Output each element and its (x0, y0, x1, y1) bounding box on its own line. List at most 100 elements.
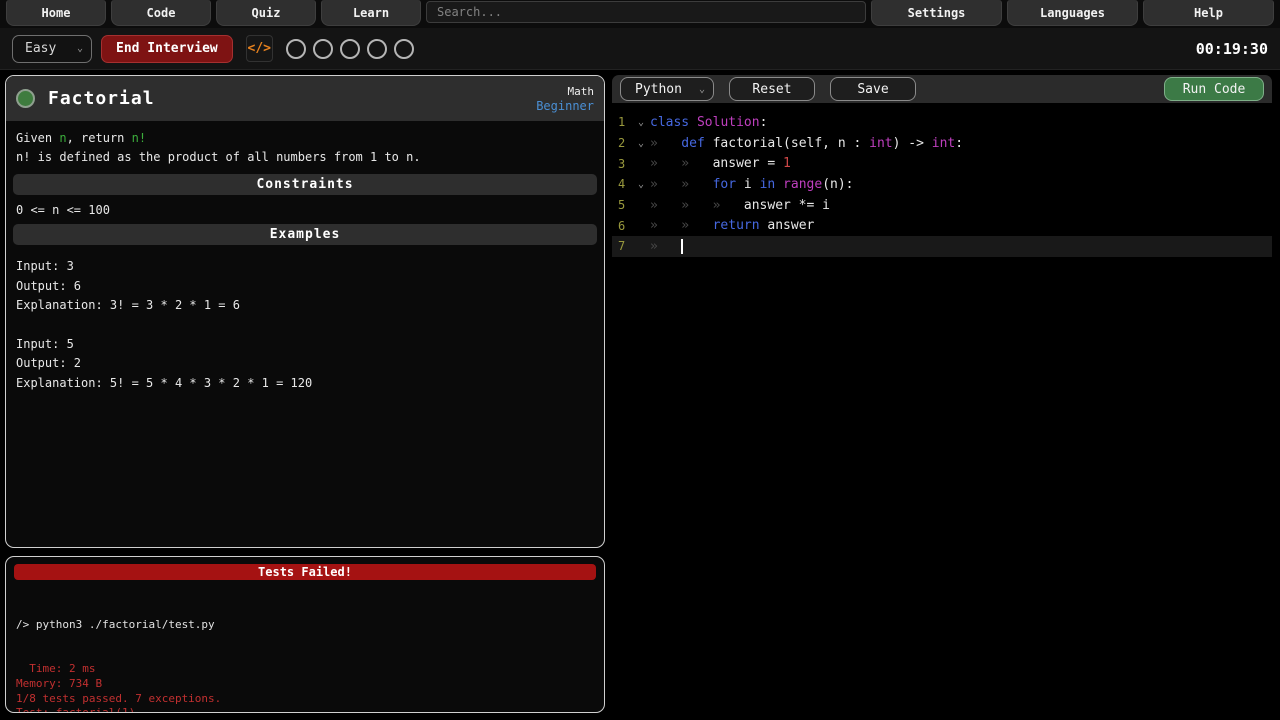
code-token: return (712, 218, 760, 234)
nav-tab-code[interactable]: Code (111, 0, 211, 26)
line-number: 7 (618, 239, 626, 254)
indent-marker: » (681, 197, 690, 213)
code-token: : (955, 135, 964, 151)
description-text: , return (66, 131, 132, 145)
indent-marker: » (650, 135, 658, 151)
code-token: for (712, 176, 737, 192)
examples-list: Input: 3 Output: 6 Explanation: 3! = 3 * 2… (6, 250, 604, 400)
editor-column: Python ⌄ Reset Save Run Code 1 ⌄ class Sol… (612, 75, 1272, 720)
description-text: n! is defined as the product of all numb… (16, 150, 421, 164)
indent-marker: » (650, 156, 658, 172)
code-line-3[interactable]: 3 » » answer = 1 (612, 153, 1272, 174)
progress-circle (366, 38, 387, 59)
example-line: Output: 6 (16, 278, 82, 293)
fold-chevron-icon[interactable]: ⌄ (632, 117, 650, 128)
code-line-2[interactable]: 2 ⌄» def factorial(self, n : int) -> int: (612, 133, 1272, 154)
example-line: Explanation: 5! = 5 * 4 * 3 * 2 * 1 = 12… (16, 375, 313, 390)
top-nav-bar: HomeCodeQuizLearn SettingsLanguagesHelp (0, 0, 1280, 28)
code-line-1[interactable]: 1 ⌄ class Solution: (612, 112, 1272, 133)
description-text: Given (16, 131, 60, 145)
indent-marker: » (681, 176, 690, 192)
progress-circle (393, 38, 414, 59)
problem-title: Factorial (48, 88, 155, 109)
line-number: 4 (618, 177, 626, 192)
examples-header: Examples (13, 224, 597, 245)
language-value: Python (635, 81, 682, 97)
code-text: class Solution: (650, 115, 767, 130)
code-token: 1 (783, 156, 791, 172)
code-token: factorial(self, n : (704, 135, 870, 151)
description-line: Given n, return n! (16, 129, 594, 148)
problem-column: Factorial Math Beginner Given n, return … (5, 75, 605, 720)
tests-failed-banner: Tests Failed! (14, 564, 596, 580)
nav-tab-help[interactable]: Help (1143, 0, 1274, 26)
reset-button[interactable]: Reset (729, 77, 815, 101)
chevron-down-icon: ⌄ (698, 83, 705, 95)
problem-panel: Factorial Math Beginner Given n, return … (5, 75, 605, 548)
line-number: 5 (618, 198, 626, 213)
problem-difficulty: Beginner (536, 98, 594, 113)
console-command: /> python3 ./factorial/test.py (16, 617, 215, 631)
description-line: n! is defined as the product of all numb… (16, 148, 594, 167)
code-text: » def factorial(self, n : int) -> int: (650, 136, 963, 151)
code-token: int (931, 135, 956, 151)
problem-header: Factorial Math Beginner (6, 76, 604, 121)
nav-tab-settings[interactable]: Settings (871, 0, 1002, 26)
code-line-5[interactable]: 5 » » » answer *= i (612, 195, 1272, 216)
nav-tab-quiz[interactable]: Quiz (216, 0, 316, 26)
run-code-button[interactable]: Run Code (1164, 77, 1264, 101)
interview-toolbar: Easy ⌄ End Interview </> 00:19:30 (0, 28, 1280, 70)
nav-left-tabs: Home Code Quiz Learn (6, 0, 421, 26)
example-line: Input: 5 (16, 336, 74, 351)
line-number: 1 (618, 115, 626, 130)
code-token: Solution (696, 114, 760, 130)
progress-circle (312, 38, 333, 59)
code-line-4[interactable]: 4 ⌄»» for i in range(n): (612, 174, 1272, 195)
line-number: 3 (618, 156, 626, 171)
indent-marker: » (681, 218, 690, 234)
indent-marker: » (650, 176, 658, 192)
code-token: ) -> (892, 135, 932, 151)
code-token: class (650, 114, 690, 130)
code-token: int (869, 135, 893, 151)
problem-meta: Math Beginner (536, 84, 594, 114)
text-cursor (681, 238, 684, 254)
code-text: » » answer = 1 (650, 156, 791, 171)
console-output-line: Memory: 734 B (16, 676, 103, 690)
example-line: Explanation: 3! = 3 * 2 * 1 = 6 (16, 298, 240, 312)
progress-circle (285, 38, 306, 59)
test-results-panel: Tests Failed! /> python3 ./factorial/tes… (5, 556, 605, 713)
fold-chevron-icon[interactable]: ⌄ (632, 179, 650, 190)
end-interview-button[interactable]: End Interview (101, 34, 233, 63)
indent-marker: » (681, 156, 690, 172)
interview-timer: 00:19:30 (1195, 39, 1268, 58)
console-output-line: Test: factorial(1) (16, 706, 136, 713)
nav-tab-languages[interactable]: Languages (1007, 0, 1138, 26)
code-token: answer (759, 218, 815, 234)
constraints-header: Constraints (13, 174, 597, 195)
problem-category: Math (567, 84, 595, 98)
code-token: : (759, 114, 768, 130)
language-select[interactable]: Python ⌄ (620, 77, 714, 101)
code-line-6[interactable]: 6 » » return answer (612, 215, 1272, 236)
save-button[interactable]: Save (830, 77, 916, 101)
fold-chevron-icon[interactable]: ⌄ (632, 138, 650, 149)
indent-marker: » (712, 197, 721, 213)
chevron-down-icon: ⌄ (76, 43, 83, 54)
code-line-7[interactable]: 7» (612, 236, 1272, 257)
code-token: range (783, 176, 823, 192)
code-text: » » for i in range(n): (650, 177, 854, 192)
indent-marker: » (650, 238, 658, 254)
nav-tab-home[interactable]: Home (6, 0, 106, 26)
nav-tab-learn[interactable]: Learn (321, 0, 421, 26)
nav-right-tabs: Settings Languages Help (871, 0, 1274, 26)
difficulty-value: Easy (25, 41, 57, 56)
search-input[interactable] (426, 1, 866, 23)
line-number: 2 (618, 136, 626, 151)
console-output-line: Time: 2 ms (16, 661, 96, 675)
main-content: Factorial Math Beginner Given n, return … (0, 70, 1280, 720)
difficulty-select[interactable]: Easy ⌄ (12, 34, 92, 63)
code-editor[interactable]: 1 ⌄ class Solution: 2 ⌄» def factorial(self, … (612, 103, 1272, 720)
indent-marker: » (650, 218, 658, 234)
